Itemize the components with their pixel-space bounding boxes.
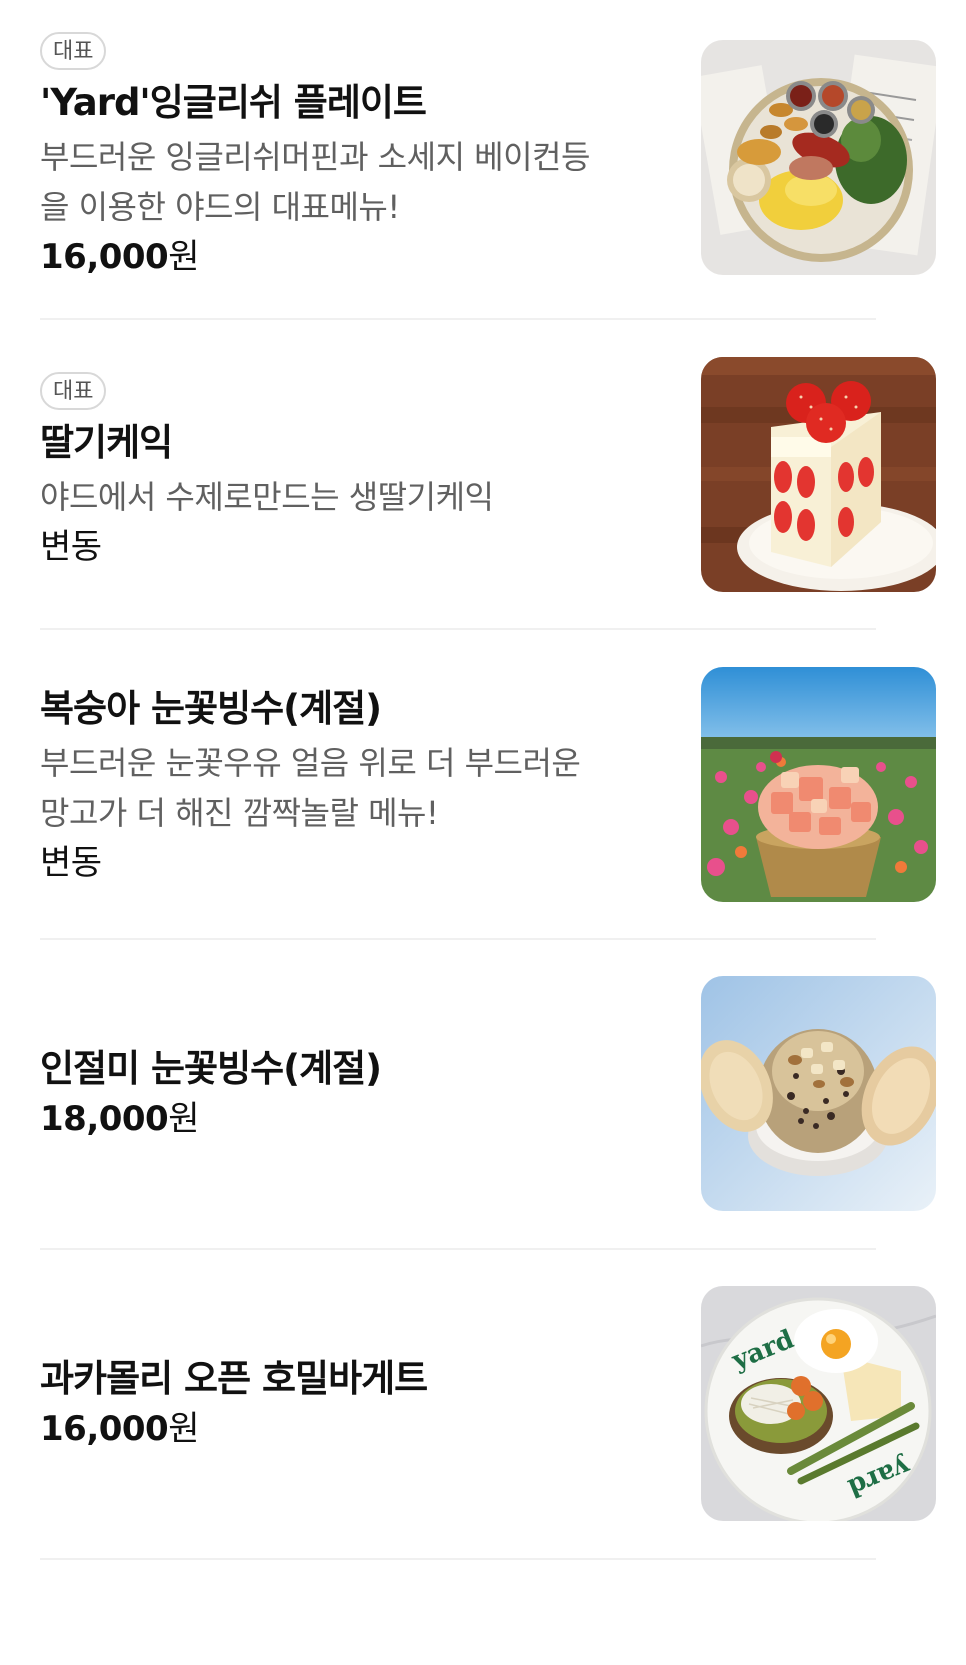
description-line: 야드에서 수제로만드는 생딸기케익 [40, 478, 494, 516]
guacamole-baguette-photo[interactable]: yard yard [701, 1286, 936, 1521]
description-line: 부드러운 눈꽃우유 얼음 위로 더 부드러운 [40, 744, 581, 782]
menu-item-description: 부드러운 잉글리쉬머핀과 소세지 베이컨등 을 이용한 야드의 대표메뉴! [40, 132, 620, 232]
price-unit: 원 [168, 237, 199, 277]
peach-bingsu-photo[interactable] [701, 667, 936, 902]
menu-item-english-plate[interactable]: 대표 'Yard'잉글리쉬 플레이트 부드러운 잉글리쉬머핀과 소세지 베이컨등… [40, 32, 936, 282]
description-line: 을 이용한 야드의 대표메뉴! [40, 188, 400, 226]
menu-item-title: 과카몰리 오픈 호밀바게트 [40, 1357, 428, 1400]
strawberry-cake-photo[interactable] [701, 357, 936, 592]
price-unit: 원 [168, 1409, 199, 1449]
english-plate-photo[interactable] [701, 40, 936, 275]
price-unit: 원 [168, 1099, 199, 1139]
menu-item-title: 인절미 눈꽃빙수(계절) [40, 1047, 382, 1090]
menu-item-price: 16,000원 [40, 234, 620, 280]
price-amount: 16,000 [40, 1409, 169, 1449]
price-amount: 16,000 [40, 237, 169, 277]
description-line: 망고가 더 해진 깜짝놀랄 메뉴! [40, 794, 439, 832]
description-line: 부드러운 잉글리쉬머핀과 소세지 베이컨등 [40, 138, 590, 176]
divider [40, 628, 876, 630]
divider [40, 938, 876, 940]
menu-item-guacamole-baguette[interactable]: 과카몰리 오픈 호밀바게트 16,000원 yard yard [40, 1286, 936, 1521]
menu-item-price: 변동 [40, 527, 102, 567]
injeolmi-bingsu-photo[interactable] [701, 976, 936, 1211]
menu-item-price: 18,000원 [40, 1096, 620, 1142]
menu-item-strawberry-cake[interactable]: 대표 딸기케익 야드에서 수제로만드는 생딸기케익 변동 [40, 357, 936, 622]
menu-item-title: 'Yard'잉글리쉬 플레이트 [40, 81, 427, 124]
menu-item-description: 야드에서 수제로만드는 생딸기케익 [40, 472, 620, 522]
divider [40, 1248, 876, 1250]
signature-badge: 대표 [40, 32, 107, 70]
menu-item-title: 딸기케익 [40, 421, 173, 464]
menu-item-injeolmi-bingsu[interactable]: 인절미 눈꽃빙수(계절) 18,000원 [40, 976, 936, 1211]
divider [40, 1558, 876, 1560]
menu-item-description: 부드러운 눈꽃우유 얼음 위로 더 부드러운 망고가 더 해진 깜짝놀랄 메뉴! [40, 738, 620, 838]
menu-item-peach-bingsu[interactable]: 복숭아 눈꽃빙수(계절) 부드러운 눈꽃우유 얼음 위로 더 부드러운 망고가 … [40, 667, 936, 936]
menu-item-title: 복숭아 눈꽃빙수(계절) [40, 687, 382, 730]
menu-item-price: 16,000원 [40, 1406, 620, 1452]
menu-item-price: 변동 [40, 843, 102, 883]
price-amount: 18,000 [40, 1099, 169, 1139]
signature-badge: 대표 [40, 372, 107, 410]
divider [40, 318, 876, 320]
